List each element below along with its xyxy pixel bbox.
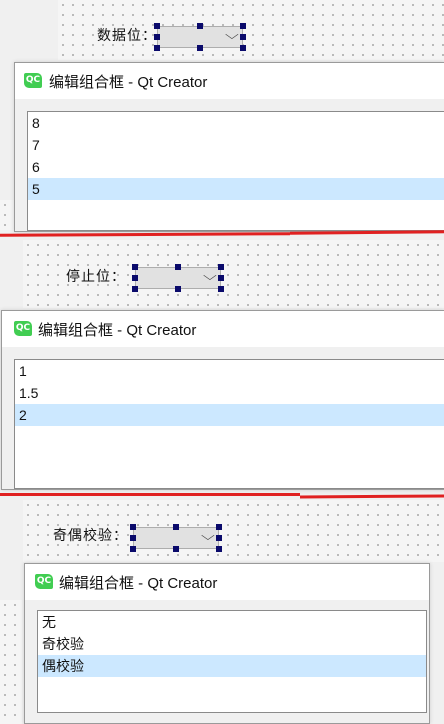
qt-creator-logo-icon: QC [35, 574, 53, 589]
list-item[interactable]: 1 [15, 360, 444, 382]
list-item[interactable]: 1.5 [15, 382, 444, 404]
resize-handle[interactable] [175, 286, 181, 292]
combobox-items-list[interactable]: 无 奇校验 偶校验 [37, 610, 427, 713]
resize-handle[interactable] [132, 275, 138, 281]
red-separator [0, 232, 291, 237]
dialog-title-bar[interactable]: QC 编辑组合框 - Qt Creator [15, 63, 444, 99]
chevron-down-icon: ⌵ [201, 529, 215, 544]
red-separator [0, 493, 300, 496]
resize-handle[interactable] [154, 23, 160, 29]
resize-handle[interactable] [240, 45, 246, 51]
resize-handle[interactable] [173, 546, 179, 552]
edit-combobox-dialog: QC 编辑组合框 - Qt Creator 无 奇校验 偶校验 [24, 563, 430, 724]
list-item-selected[interactable]: 偶校验 [38, 655, 426, 677]
section-stop-bits: 停止位： ⌵ QC 编辑组合框 - Qt Creator 1 1.5 2 [0, 240, 444, 495]
resize-handle[interactable] [154, 34, 160, 40]
combobox-items-list[interactable]: 1 1.5 2 [14, 359, 444, 489]
resize-handle[interactable] [132, 286, 138, 292]
resize-handle[interactable] [216, 546, 222, 552]
resize-handle[interactable] [197, 45, 203, 51]
section-data-bits: 数据位： ⌵ QC 编辑组合框 - Qt Creator 8 7 6 5 [0, 0, 444, 234]
resize-handle[interactable] [240, 23, 246, 29]
resize-handle[interactable] [218, 264, 224, 270]
red-separator [289, 230, 444, 235]
resize-handle[interactable] [173, 524, 179, 530]
list-item[interactable]: 奇校验 [38, 633, 426, 655]
form-label-stop-bits: 停止位： [66, 269, 126, 285]
resize-handle[interactable] [218, 275, 224, 281]
combobox-items-list[interactable]: 8 7 6 5 [27, 111, 444, 231]
chevron-down-icon: ⌵ [225, 28, 239, 43]
resize-handle[interactable] [132, 264, 138, 270]
resize-handle[interactable] [130, 546, 136, 552]
dialog-title: 编辑组合框 - Qt Creator [49, 74, 208, 91]
dialog-title-bar[interactable]: QC 编辑组合框 - Qt Creator [25, 564, 429, 600]
red-separator [299, 494, 444, 499]
form-label-parity: 奇偶校验： [53, 528, 128, 544]
resize-handle[interactable] [130, 524, 136, 530]
dialog-title-bar[interactable]: QC 编辑组合框 - Qt Creator [2, 311, 444, 347]
chevron-down-icon: ⌵ [203, 269, 217, 284]
list-item-selected[interactable]: 5 [28, 178, 444, 200]
resize-handle[interactable] [197, 23, 203, 29]
qt-creator-logo-icon: QC [24, 73, 42, 88]
qt-creator-logo-icon: QC [14, 321, 32, 336]
designer-canvas [0, 600, 22, 724]
list-item[interactable]: 无 [38, 611, 426, 633]
dialog-title: 编辑组合框 - Qt Creator [38, 322, 197, 339]
resize-handle[interactable] [216, 524, 222, 530]
list-item-selected[interactable]: 2 [15, 404, 444, 426]
resize-handle[interactable] [240, 34, 246, 40]
list-item[interactable]: 6 [28, 156, 444, 178]
resize-handle[interactable] [175, 264, 181, 270]
edit-combobox-dialog: QC 编辑组合框 - Qt Creator 8 7 6 5 [14, 62, 444, 232]
dialog-title: 编辑组合框 - Qt Creator [59, 575, 218, 592]
resize-handle[interactable] [130, 535, 136, 541]
form-label-data-bits: 数据位： [97, 28, 157, 44]
resize-handle[interactable] [216, 535, 222, 541]
list-item[interactable]: 8 [28, 112, 444, 134]
section-parity: 奇偶校验： ⌵ QC 编辑组合框 - Qt Creator 无 奇校验 偶校验 [0, 500, 444, 724]
edit-combobox-dialog: QC 编辑组合框 - Qt Creator 1 1.5 2 [1, 310, 444, 490]
resize-handle[interactable] [154, 45, 160, 51]
resize-handle[interactable] [218, 286, 224, 292]
list-item[interactable]: 7 [28, 134, 444, 156]
